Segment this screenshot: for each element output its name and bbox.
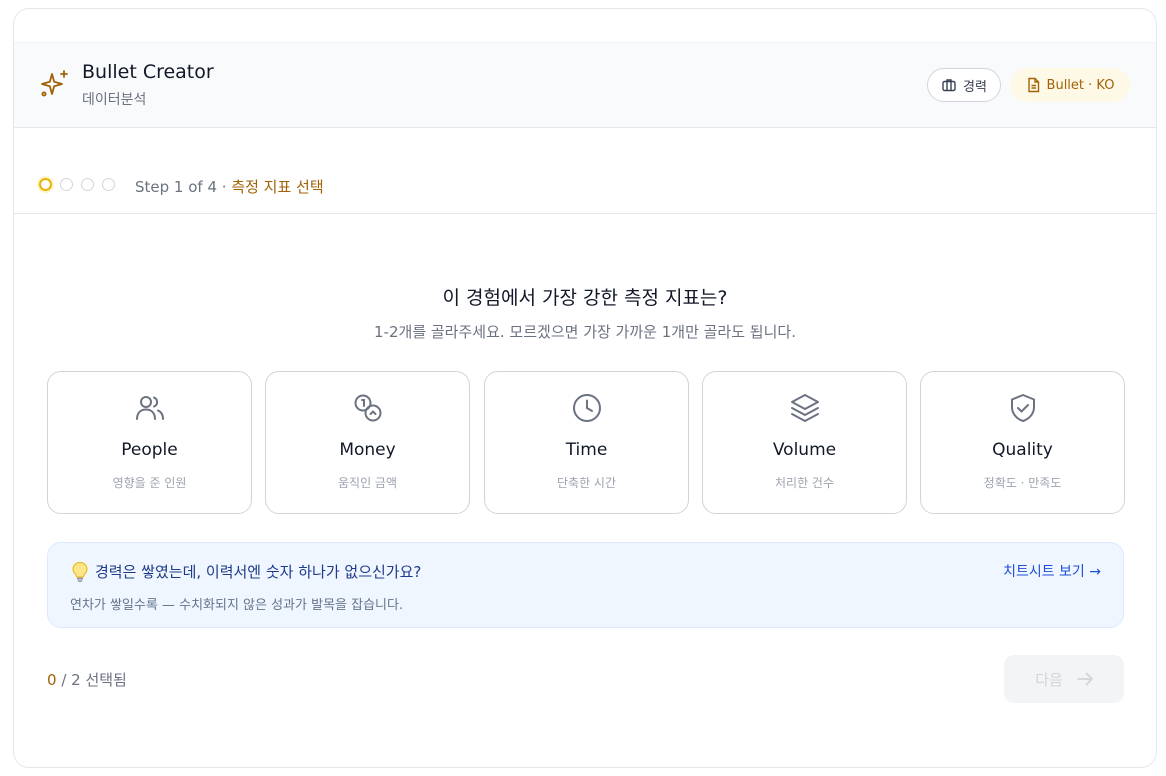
metric-name: People xyxy=(121,440,178,460)
bullet-creator-card: Bullet Creator 데이터분석 경력 Bullet · KO Step… xyxy=(13,8,1157,768)
metric-name: Volume xyxy=(772,440,837,460)
shield-check-icon xyxy=(1010,394,1035,422)
layers-icon xyxy=(790,394,819,422)
question-hint: 1-2개를 골라주세요. 모르겠으면 가장 가까운 1개만 골라도 됩니다. xyxy=(374,323,796,341)
step-dot-1 xyxy=(39,178,52,191)
stepper: Step 1 of 4 · 측정 지표 선택 xyxy=(14,128,1156,214)
header: Bullet Creator 데이터분석 경력 Bullet · KO xyxy=(14,42,1156,128)
metric-desc: 단축한 시간 xyxy=(556,476,616,490)
briefcase-icon xyxy=(942,79,956,92)
career-chip[interactable]: 경력 xyxy=(927,68,1001,102)
metric-desc: 움직인 금액 xyxy=(337,476,397,490)
metric-option-volume[interactable]: Volume 처리한 건수 xyxy=(702,371,907,514)
cheatsheet-banner: 경력은 쌓였는데, 이력서엔 숫자 하나가 없으신가요? 연차가 쌓일수록 — … xyxy=(47,542,1124,628)
metric-option-quality[interactable]: Quality 정확도 · 만족도 xyxy=(920,371,1125,514)
metric-name: Money xyxy=(339,440,396,460)
question-heading: 이 경험에서 가장 강한 측정 지표는? xyxy=(442,287,728,309)
next-button-label: 다음 xyxy=(1035,670,1063,689)
clock-icon xyxy=(572,394,601,422)
career-chip-label: 경력 xyxy=(963,79,987,95)
banner-title: 경력은 쌓였는데, 이력서엔 숫자 하나가 없으신가요? xyxy=(95,563,422,581)
next-button[interactable]: 다음 xyxy=(1004,655,1124,703)
step-dot-4 xyxy=(102,178,115,191)
document-icon xyxy=(1027,77,1039,93)
selection-counter: 0 / 2 선택됨 xyxy=(47,669,127,690)
app-subtitle: 데이터분석 xyxy=(82,92,147,108)
bullet-language-chip[interactable]: Bullet · KO xyxy=(1010,68,1130,102)
metric-desc: 처리한 건수 xyxy=(774,476,834,490)
metric-option-people[interactable]: People 영향을 준 인원 xyxy=(47,371,252,514)
step-dots xyxy=(39,178,115,191)
banner-description: 연차가 쌓일수록 — 수치화되지 않은 성과가 발목을 잡습니다. xyxy=(70,598,404,613)
step-dot-3 xyxy=(81,178,94,191)
app-title: Bullet Creator xyxy=(82,61,214,83)
lightbulb-icon xyxy=(72,561,88,582)
selected-count-label: / 2 선택됨 xyxy=(56,671,127,689)
metric-option-money[interactable]: Money 움직인 금액 xyxy=(265,371,470,514)
metric-name: Quality xyxy=(992,440,1053,460)
step-label: Step 1 of 4 · xyxy=(135,178,232,196)
metric-option-time[interactable]: Time 단축한 시간 xyxy=(484,371,689,514)
metric-name: Time xyxy=(565,440,608,460)
metric-desc: 영향을 준 인원 xyxy=(112,476,187,490)
sparkles-icon xyxy=(41,70,68,97)
people-icon xyxy=(135,396,164,420)
step-name: 측정 지표 선택 xyxy=(231,178,324,196)
arrow-right-icon xyxy=(1076,672,1093,686)
coins-icon xyxy=(354,394,381,422)
step-dot-2 xyxy=(60,178,73,191)
cheatsheet-link[interactable]: 치트시트 보기 → xyxy=(1003,561,1101,581)
step-indicator: Step 1 of 4 · 측정 지표 선택 xyxy=(135,176,324,197)
selected-count: 0 xyxy=(47,671,57,689)
bullet-chip-label: Bullet · KO xyxy=(1046,77,1115,93)
metric-desc: 정확도 · 만족도 xyxy=(983,476,1062,490)
